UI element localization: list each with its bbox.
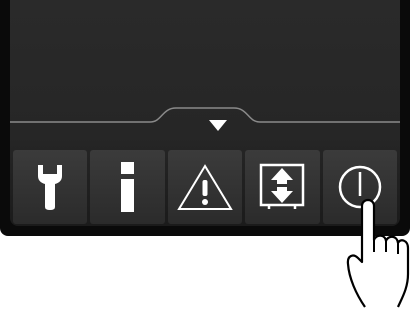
alarm-button[interactable]: [167, 150, 243, 224]
expand-menu-button[interactable]: [176, 111, 260, 139]
level-button[interactable]: [245, 150, 320, 224]
info-button[interactable]: [90, 150, 165, 224]
service-button[interactable]: [13, 150, 88, 224]
up-down-arrows-icon: [260, 163, 305, 209]
warning-triangle-icon: [177, 164, 233, 210]
triangle-down-icon: [209, 119, 227, 131]
pointing-hand-icon: [346, 198, 410, 308]
info-icon: [120, 162, 134, 212]
wrench-icon: [38, 165, 63, 210]
